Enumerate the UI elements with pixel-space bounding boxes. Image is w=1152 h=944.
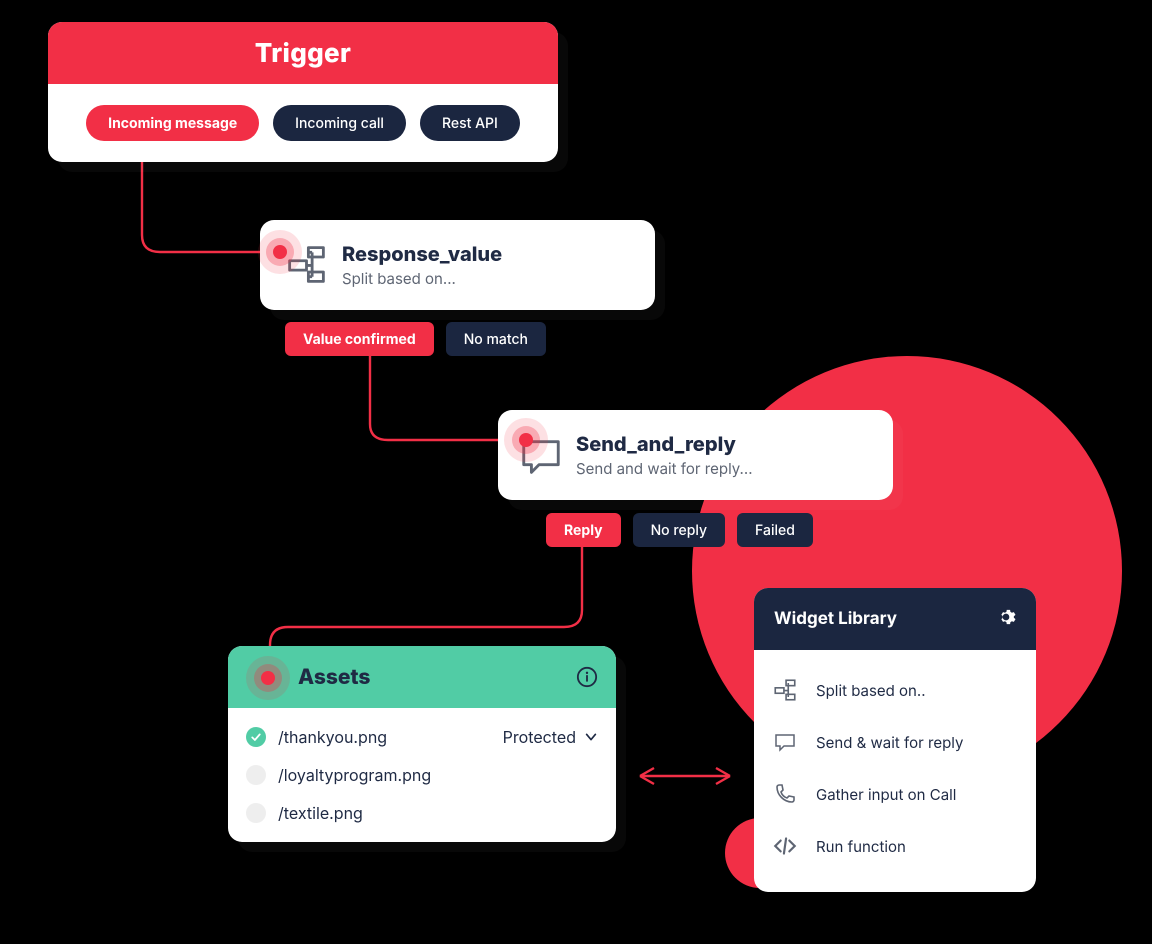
info-icon[interactable] [576, 666, 598, 688]
assets-list: /thankyou.png Protected /loyaltyprogram.… [228, 708, 616, 832]
asset-row[interactable]: /textile.png [246, 794, 598, 832]
split-icon [770, 677, 800, 703]
code-icon [770, 833, 800, 859]
chevron-down-icon [584, 730, 598, 744]
trigger-title: Trigger [255, 38, 351, 69]
trigger-option-incoming-message[interactable]: Incoming message [86, 105, 259, 141]
response-options: Value confirmed No match [285, 322, 546, 356]
widget-item-label: Split based on.. [816, 681, 926, 700]
widget-list: Split based on.. Send & wait for reply G… [754, 650, 1036, 892]
response-value-title: Response_value [342, 242, 502, 266]
widget-item-label: Run function [816, 837, 906, 856]
unchecked-icon [246, 765, 266, 785]
asset-name: /thankyou.png [278, 727, 491, 747]
widget-item-run-function[interactable]: Run function [770, 820, 1020, 872]
widget-library-panel[interactable]: Widget Library Split based on.. Send & w… [754, 588, 1036, 892]
send-option-no-reply[interactable]: No reply [633, 513, 725, 547]
send-option-reply[interactable]: Reply [546, 513, 621, 547]
response-value-card[interactable]: Response_value Split based on... [260, 220, 655, 310]
assets-title: Assets [298, 665, 370, 690]
trigger-header: Trigger [48, 22, 558, 84]
response-value-subtitle: Split based on... [342, 269, 502, 288]
send-option-failed[interactable]: Failed [737, 513, 813, 547]
phone-icon [770, 782, 800, 806]
response-option-no-match[interactable]: No match [446, 322, 546, 356]
send-title: Send_and_reply [576, 432, 753, 456]
unchecked-icon [246, 803, 266, 823]
widget-item-split[interactable]: Split based on.. [770, 664, 1020, 716]
widget-library-header: Widget Library [754, 588, 1036, 650]
asset-status-dropdown[interactable]: Protected [503, 727, 598, 747]
trigger-option-rest-api[interactable]: Rest API [420, 105, 520, 141]
asset-name: /textile.png [278, 803, 598, 823]
split-icon [284, 242, 329, 287]
asset-row[interactable]: /loyaltyprogram.png [246, 756, 598, 794]
assets-header: Assets [228, 646, 616, 708]
asset-row[interactable]: /thankyou.png Protected [246, 718, 598, 756]
send-options: Reply No reply Failed [546, 513, 813, 547]
check-icon [246, 727, 266, 747]
assets-card[interactable]: Assets /thankyou.png Protected /loyaltyp… [228, 646, 616, 842]
send-subtitle: Send and wait for reply... [576, 459, 753, 478]
chat-icon [770, 730, 800, 754]
response-option-value-confirmed[interactable]: Value confirmed [285, 322, 434, 356]
widget-item-send-wait[interactable]: Send & wait for reply [770, 716, 1020, 768]
widget-item-label: Send & wait for reply [816, 733, 963, 752]
asset-status-label: Protected [503, 727, 576, 747]
send-and-reply-card[interactable]: Send_and_reply Send and wait for reply..… [498, 410, 893, 500]
widget-item-label: Gather input on Call [816, 785, 956, 804]
widget-item-gather-call[interactable]: Gather input on Call [770, 768, 1020, 820]
asset-name: /loyaltyprogram.png [278, 765, 598, 785]
chat-icon [518, 434, 564, 484]
gear-icon[interactable] [996, 607, 1016, 632]
trigger-card[interactable]: Trigger Incoming message Incoming call R… [48, 22, 558, 162]
trigger-option-incoming-call[interactable]: Incoming call [273, 105, 406, 141]
widget-library-title: Widget Library [774, 609, 897, 629]
trigger-options: Incoming message Incoming call Rest API [48, 84, 558, 162]
